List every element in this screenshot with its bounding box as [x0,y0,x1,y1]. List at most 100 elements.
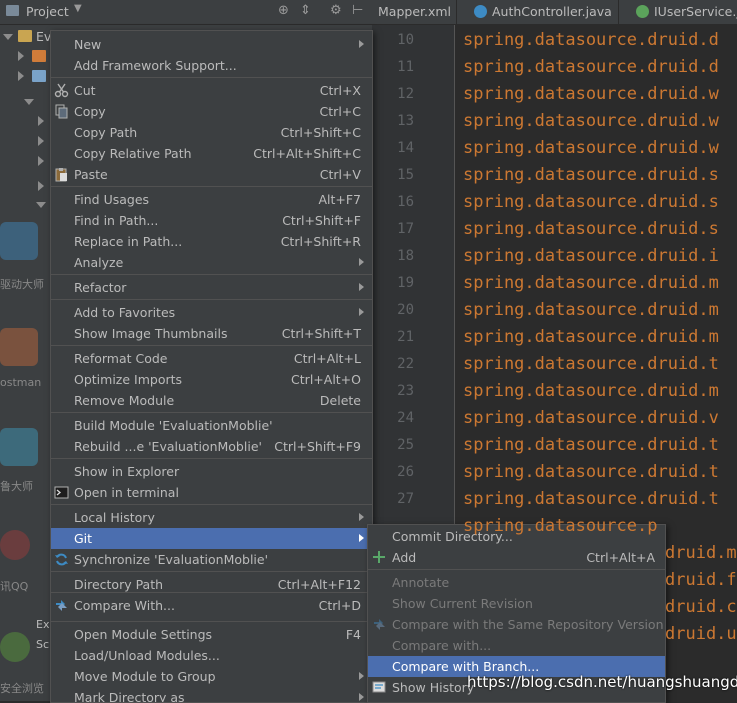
collapsed-arrow-icon[interactable] [38,156,44,166]
code-line[interactable]: druid.c [665,597,737,617]
git-menu-item-label: Show Current Revision [392,596,533,611]
git-menu-item-add[interactable]: Add Ctrl+Alt+A [368,547,665,568]
menu-item-optimize-imports[interactable]: Optimize Imports Ctrl+Alt+O [51,369,372,390]
tab-authcontroller[interactable]: AuthController.java [468,0,619,24]
expand-arrow-icon[interactable] [3,34,13,40]
tree-row[interactable] [0,47,50,67]
tree-root-label: Ev [36,29,52,44]
menu-item-reformat-code[interactable]: Reformat Code Ctrl+Alt+L [51,348,372,369]
tree-row[interactable] [0,112,50,132]
tree-row[interactable] [0,132,50,152]
hide-icon[interactable]: ⊢ [352,3,363,18]
code-line[interactable]: spring.datasource.druid.m [463,300,719,320]
code-line[interactable]: spring.datasource.druid.m [463,327,719,347]
menu-item-paste[interactable]: Paste Ctrl+V [51,164,372,185]
code-line[interactable]: spring.datasource.p [463,516,657,536]
code-line[interactable]: spring.datasource.druid.t [463,354,719,374]
menu-item-copy-path[interactable]: Copy Path Ctrl+Shift+C [51,122,372,143]
menu-item-label: Paste [74,167,108,182]
menu-item-move-module-to-group[interactable]: Move Module to Group [51,666,372,687]
menu-item-build-module-evaluationmoblie[interactable]: Build Module 'EvaluationMoblie' [51,415,372,436]
expand-arrow-icon[interactable] [36,202,46,208]
menu-item-local-history[interactable]: Local History [51,507,372,528]
submenu-arrow-icon [359,513,364,521]
menu-item-cut[interactable]: Cut Ctrl+X [51,80,372,101]
menu-item-synchronize-evaluationmoblie[interactable]: Synchronize 'EvaluationMoblie' [51,549,372,570]
menu-item-refactor[interactable]: Refactor [51,277,372,298]
menu-item-copy[interactable]: Copy Ctrl+C [51,101,372,122]
tree-row[interactable] [0,177,50,197]
tree-row[interactable] [0,67,50,87]
code-line[interactable]: spring.datasource.druid.m [463,381,719,401]
code-line[interactable]: spring.datasource.druid.d [463,30,719,50]
tree-row-root[interactable]: Ev [0,27,52,47]
line-number: 25 [397,437,414,453]
desktop-label: 鲁大师 [0,480,33,493]
menu-item-analyze[interactable]: Analyze [51,252,372,273]
project-folder-icon [6,5,19,16]
menu-item-label: Analyze [74,255,124,270]
menu-item-git[interactable]: Git [51,528,372,549]
code-line[interactable]: druid.m [665,543,737,563]
line-number: 14 [397,140,414,156]
code-line[interactable]: spring.datasource.druid.v [463,408,719,428]
line-number: 11 [397,59,414,75]
menu-item-copy-relative-path[interactable]: Copy Relative Path Ctrl+Alt+Shift+C [51,143,372,164]
code-line[interactable]: spring.datasource.druid.t [463,435,719,455]
menu-item-remove-module[interactable]: Remove Module Delete [51,390,372,411]
menu-item-replace-in-path[interactable]: Replace in Path... Ctrl+Shift+R [51,231,372,252]
tab-mapper[interactable]: Mapper.xml [372,0,457,24]
menu-item-open-in-terminal[interactable]: Open in terminal [51,482,372,503]
gear-icon[interactable]: ⚙ [330,3,342,18]
menu-item-label: Copy Relative Path [74,146,192,161]
collapsed-arrow-icon[interactable] [38,136,44,146]
menu-item-directory-path[interactable]: Directory Path Ctrl+Alt+F12 [51,574,372,595]
code-line[interactable]: spring.datasource.druid.t [463,462,719,482]
code-line[interactable]: spring.datasource.druid.w [463,138,719,158]
tree-row[interactable] [0,195,50,215]
menu-item-shortcut: Ctrl+Shift+R [280,234,361,249]
code-line[interactable]: druid.f [665,570,737,590]
line-number: 16 [397,194,414,210]
tree-row[interactable] [0,92,50,112]
menu-item-new[interactable]: New [51,34,372,55]
menu-item-label: Rebuild ...e 'EvaluationMoblie' [74,439,262,454]
menu-item-find-usages[interactable]: Find Usages Alt+F7 [51,189,372,210]
menu-separator [51,412,372,413]
menu-item-load-unload-modules[interactable]: Load/Unload Modules... [51,645,372,666]
code-line[interactable]: spring.datasource.druid.d [463,57,719,77]
code-line[interactable]: spring.datasource.druid.i [463,246,719,266]
tab-label: Mapper.xml [378,4,452,19]
code-line[interactable]: spring.datasource.druid.s [463,165,719,185]
menu-item-add-to-favorites[interactable]: Add to Favorites [51,302,372,323]
collapsed-arrow-icon[interactable] [18,51,24,61]
menu-item-show-image-thumbnails[interactable]: Show Image Thumbnails Ctrl+Shift+T [51,323,372,344]
menu-item-compare-with[interactable]: Compare With... Ctrl+D [51,595,372,616]
git-menu-item-label: Compare with Branch... [392,659,540,674]
menu-item-show-in-explorer[interactable]: Show in Explorer [51,461,372,482]
collapsed-arrow-icon[interactable] [38,181,44,191]
collapsed-arrow-icon[interactable] [18,71,24,81]
tab-iuserservice[interactable]: IUserService.ja [630,0,737,24]
menu-item-label: Build Module 'EvaluationMoblie' [74,418,273,433]
menu-separator [51,458,372,459]
menu-item-find-in-path[interactable]: Find in Path... Ctrl+Shift+F [51,210,372,231]
code-line[interactable]: spring.datasource.druid.m [463,273,719,293]
code-line[interactable]: spring.datasource.druid.t [463,489,719,509]
collapsed-arrow-icon[interactable] [38,116,44,126]
code-line[interactable]: spring.datasource.druid.w [463,111,719,131]
code-line[interactable]: spring.datasource.druid.s [463,219,719,239]
menu-item-add-framework-support[interactable]: Add Framework Support... [51,55,372,76]
project-title[interactable]: Project [26,4,69,19]
code-line[interactable]: spring.datasource.druid.w [463,84,719,104]
code-line[interactable]: spring.datasource.druid.s [463,192,719,212]
menu-item-open-module-settings[interactable]: Open Module Settings F4 [51,624,372,645]
menu-item-rebuild-e-evaluationmoblie[interactable]: Rebuild ...e 'EvaluationMoblie' Ctrl+Shif… [51,436,372,457]
sync-scroll-icon[interactable]: ⊕ [278,3,289,18]
code-line[interactable]: druid.u [665,624,737,644]
tree-row[interactable] [0,152,50,172]
expand-arrow-icon[interactable] [24,99,34,105]
menu-item-label: Reformat Code [74,351,168,366]
chevron-down-icon[interactable]: ▼ [74,3,82,14]
collapse-icon[interactable]: ⇕ [300,3,311,18]
